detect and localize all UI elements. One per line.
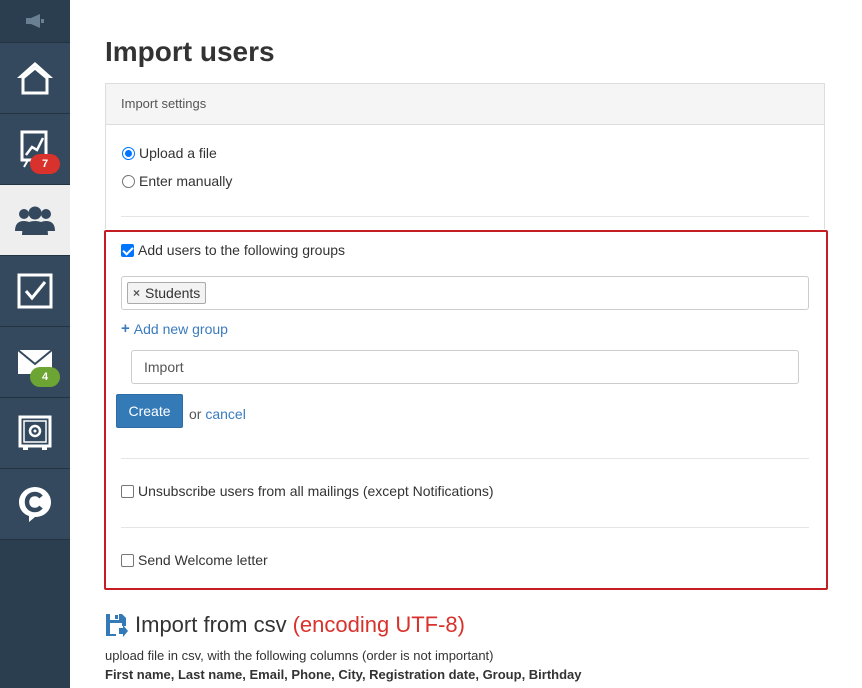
groups-tag-input[interactable]: × Students [121, 276, 809, 310]
divider [121, 458, 809, 459]
csv-description: upload file in csv, with the following c… [105, 648, 494, 663]
remove-tag-icon[interactable]: × [133, 286, 140, 300]
page-title: Import users [105, 36, 275, 67]
csv-encoding-text: (encoding UTF-8) [292, 612, 465, 637]
divider [121, 216, 809, 217]
panel-header: Import settings [106, 84, 824, 125]
sidebar-item-users[interactable] [0, 185, 70, 256]
notification-badge: 4 [30, 367, 60, 387]
sidebar-item-safe[interactable] [0, 398, 70, 469]
group-tag: × Students [127, 282, 207, 304]
add-to-groups-checkbox[interactable] [121, 243, 134, 257]
radio-button[interactable] [122, 174, 135, 188]
radio-label: Enter manually [139, 173, 233, 189]
home-icon [17, 62, 53, 95]
megaphone-icon [26, 14, 44, 28]
radio-enter-manually[interactable]: Enter manually [122, 173, 232, 189]
sidebar-collapse[interactable] [0, 0, 70, 43]
csv-title-text: Import from csv [135, 612, 287, 637]
sidebar-item-stats[interactable]: 7 [0, 114, 70, 185]
radio-label: Upload a file [139, 145, 217, 161]
cancel-link[interactable]: cancel [205, 406, 245, 422]
checkbox-icon [17, 273, 53, 309]
divider [121, 527, 809, 528]
safe-icon [18, 415, 52, 450]
unsubscribe-checkbox[interactable] [121, 484, 134, 498]
sidebar-item-mail[interactable]: 4 [0, 327, 70, 398]
radio-upload-file[interactable]: Upload a file [122, 145, 217, 161]
add-to-groups-checkbox-row[interactable]: Add users to the following groups [121, 242, 345, 258]
sidebar-item-chat[interactable] [0, 469, 70, 540]
users-group-icon [15, 206, 55, 235]
radio-button[interactable] [122, 146, 135, 160]
checkbox-label: Add users to the following groups [138, 242, 346, 258]
or-text: or [189, 406, 202, 422]
floppy-import-icon [106, 614, 128, 637]
welcome-letter-checkbox[interactable] [121, 553, 134, 567]
plus-icon: + [121, 320, 130, 337]
csv-section-title: Import from csv (encoding UTF-8) [105, 612, 465, 638]
notification-badge: 7 [30, 154, 60, 174]
sidebar-empty [0, 540, 70, 688]
add-new-group-link[interactable]: + Add new group [121, 320, 228, 337]
tag-label: Students [145, 285, 201, 301]
add-new-group-label: Add new group [133, 320, 228, 337]
import-settings-panel: Import settings Upload a file Enter manu… [105, 83, 825, 229]
checkbox-label: Unsubscribe users from all mailings (exc… [138, 483, 494, 499]
unsubscribe-checkbox-row[interactable]: Unsubscribe users from all mailings (exc… [121, 483, 494, 499]
sidebar-item-home[interactable] [0, 43, 70, 114]
chat-c-icon [19, 487, 51, 522]
welcome-letter-checkbox-row[interactable]: Send Welcome letter [121, 552, 268, 568]
sidebar: 7 4 [0, 0, 70, 688]
or-cancel: or cancel [189, 406, 246, 422]
checkbox-label: Send Welcome letter [138, 552, 268, 568]
new-group-name-input[interactable] [131, 350, 799, 384]
sidebar-item-tasks[interactable] [0, 256, 70, 327]
csv-columns: First name, Last name, Email, Phone, Cit… [105, 667, 582, 682]
create-button[interactable]: Create [116, 394, 183, 428]
groups-section: Add users to the following groups × Stud… [104, 230, 828, 590]
